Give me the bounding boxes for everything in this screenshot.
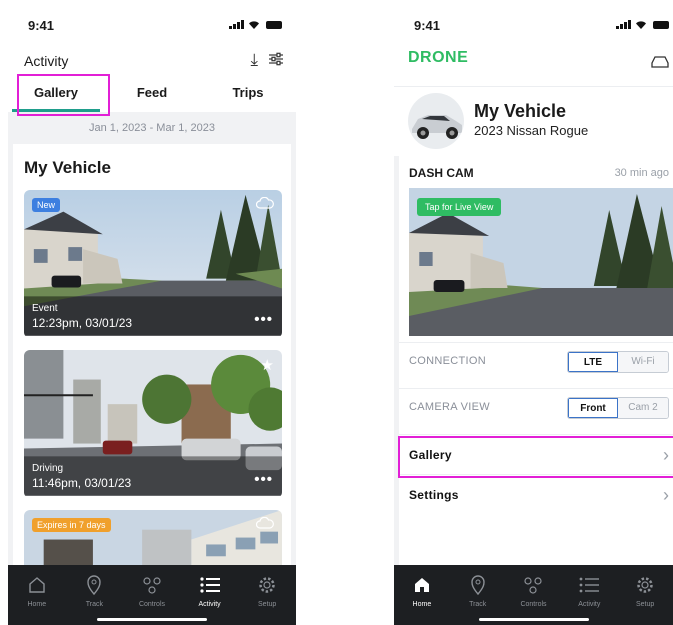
expires-badge: Expires in 7 days (32, 518, 111, 532)
controls-icon (524, 577, 543, 594)
live-view-button[interactable]: Tap for Live View (417, 198, 502, 216)
card-timestamp: 11:46pm, 03/01/23 (32, 476, 132, 490)
card-timestamp: 12:23pm, 03/01/23 (32, 316, 133, 330)
vehicle-gallery-panel: My Vehicle New Event 12:23pm, 03/01/23 •… (13, 144, 291, 625)
option-wifi[interactable]: Wi-Fi (618, 352, 668, 372)
home-icon (414, 578, 429, 592)
status-icons (616, 20, 669, 29)
star-icon[interactable]: ★ (261, 356, 274, 374)
bottom-nav: Home Track Controls Activity Setup (8, 565, 296, 625)
wifi-icon (636, 21, 646, 29)
card-type: Driving (32, 463, 64, 474)
list-icon (579, 577, 600, 593)
filter-icon[interactable] (268, 51, 284, 67)
connection-toggle: LTE Wi-Fi (567, 351, 669, 373)
nav-label: Track (469, 601, 487, 608)
section-title: My Vehicle (24, 158, 111, 177)
cloud-icon (256, 517, 274, 529)
gallery-tab-highlight (17, 74, 110, 116)
battery-icon (266, 21, 282, 29)
dashcam-timestamp: 30 min ago (614, 167, 669, 179)
option-front[interactable]: Front (568, 398, 618, 418)
nav-setup[interactable]: Setup (238, 565, 296, 625)
signal-icon (616, 20, 631, 29)
status-time: 9:41 (28, 18, 55, 33)
connection-label: CONNECTION (409, 355, 486, 367)
cloud-icon (256, 197, 274, 209)
nav-track[interactable]: Track (66, 565, 124, 625)
more-options-icon[interactable]: ••• (254, 311, 273, 328)
download-icon[interactable]: ⤓ (250, 50, 258, 70)
card-caption: Driving 11:46pm, 03/01/23 (32, 463, 131, 490)
battery-icon (653, 21, 669, 29)
gallery-row-highlight (398, 436, 673, 478)
more-options-icon[interactable]: ••• (254, 471, 273, 488)
vehicle-avatar (408, 93, 464, 149)
list-icon (199, 577, 220, 593)
page-title: Activity (24, 53, 69, 69)
option-lte[interactable]: LTE (568, 352, 618, 372)
camera-view-row: CAMERA VIEW Front Cam 2 (399, 388, 673, 426)
gear-icon (637, 577, 653, 593)
vehicle-name: My Vehicle (474, 101, 567, 121)
nav-home[interactable]: Home (394, 565, 450, 625)
camera-view-label: CAMERA VIEW (409, 401, 490, 413)
date-range[interactable]: Jan 1, 2023 - Mar 1, 2023 (8, 116, 296, 144)
nav-label: Activity (578, 601, 601, 608)
location-pin-icon (87, 575, 102, 596)
chevron-right-icon: › (663, 485, 669, 505)
vehicle-model: 2023 Nissan Rogue (474, 123, 589, 138)
gallery-card-driving[interactable]: ★ Driving 11:46pm, 03/01/23 ••• (24, 350, 282, 498)
option-cam2[interactable]: Cam 2 (618, 398, 668, 418)
gear-icon (259, 577, 275, 593)
new-badge: New (32, 198, 61, 212)
card-caption: Event 12:23pm, 03/01/23 (32, 303, 132, 330)
settings-label: Settings (409, 488, 459, 502)
nav-label: Track (85, 601, 104, 608)
nav-label: Setup (258, 601, 277, 608)
app-header: DRONE (394, 42, 673, 86)
nav-label: Activity (198, 601, 221, 608)
status-bar: 9:41 (394, 8, 673, 42)
home-indicator (97, 618, 207, 621)
nav-home[interactable]: Home (8, 565, 66, 625)
nav-label: Controls (520, 601, 547, 608)
controls-icon (143, 577, 161, 594)
live-view-thumbnail[interactable]: Tap for Live View (409, 188, 673, 336)
vehicle-icon[interactable] (651, 55, 669, 69)
vehicle-summary[interactable]: My Vehicle 2023 Nissan Rogue (394, 86, 673, 156)
nav-label: Home (412, 601, 432, 608)
nav-activity[interactable]: Activity (561, 565, 617, 625)
home-indicator (478, 618, 589, 621)
card-type: Event (32, 303, 58, 314)
wifi-icon (249, 21, 259, 29)
settings-row[interactable]: Settings › (399, 474, 673, 514)
nav-label: Controls (138, 601, 166, 608)
gallery-card-event[interactable]: New Event 12:23pm, 03/01/23 ••• (24, 190, 282, 338)
tab-trips[interactable]: Trips (200, 78, 296, 112)
dashcam-panel: DASH CAM 30 min ago Tap for Live View CO… (399, 156, 673, 625)
nav-label: Home (27, 601, 47, 608)
location-pin-icon (470, 575, 485, 596)
nav-label: Setup (635, 601, 655, 608)
nav-activity[interactable]: Activity (181, 565, 239, 625)
nav-track[interactable]: Track (450, 565, 506, 625)
nav-setup[interactable]: Setup (617, 565, 673, 625)
brand-logo: DRONE (408, 49, 469, 66)
dashcam-title: DASH CAM (409, 166, 474, 180)
tab-feed[interactable]: Feed (104, 78, 200, 112)
status-bar: 9:41 (8, 8, 296, 42)
home-screen: 9:41 DRONE My Vehicle 2023 Nissan Rogue … (394, 8, 673, 625)
signal-icon (229, 20, 244, 29)
bottom-nav: Home Track Controls Activity Setup (394, 565, 673, 625)
status-time: 9:41 (414, 18, 441, 33)
home-icon (29, 577, 45, 593)
nav-controls[interactable]: Controls (506, 565, 562, 625)
camera-toggle: Front Cam 2 (567, 397, 669, 419)
nav-controls[interactable]: Controls (123, 565, 181, 625)
status-icons (229, 20, 282, 29)
connection-row: CONNECTION LTE Wi-Fi (399, 342, 673, 380)
activity-screen: 9:41 Activity ⤓ Gallery Feed Trips Jan 1… (8, 8, 296, 625)
